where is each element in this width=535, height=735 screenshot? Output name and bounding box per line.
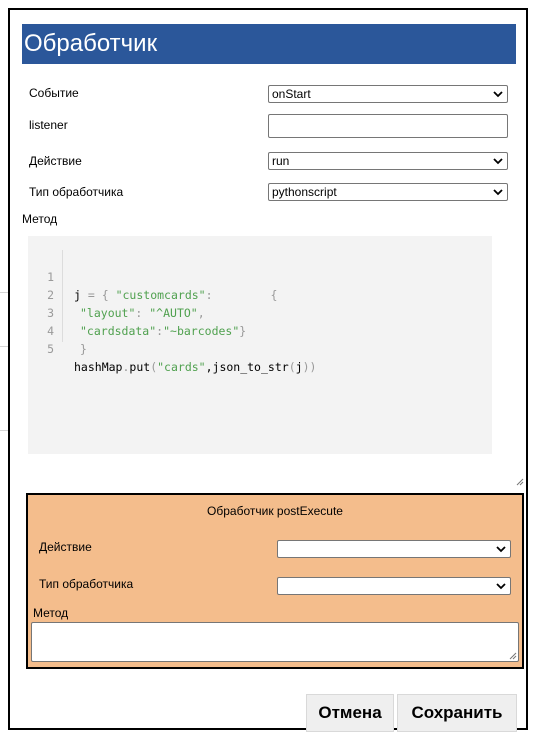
chevron-down-icon (496, 583, 506, 590)
code-line: 5 hashMap.put("cards",json_to_str(j)) (28, 322, 316, 374)
post-method-label: Метод (33, 606, 69, 620)
handler-type-label: Тип обработчика (29, 185, 124, 199)
event-select-value: onStart (272, 87, 311, 101)
resize-grip-icon[interactable] (514, 476, 524, 486)
chevron-down-icon (493, 158, 503, 165)
code-line: 3 "cardsdata":"~barcodes"} (28, 286, 246, 338)
chevron-down-icon (493, 91, 503, 98)
line-number: 5 (47, 342, 54, 356)
code-text: "cardsdata":"~barcodes"} (80, 324, 247, 338)
save-button[interactable]: Сохранить (397, 694, 517, 732)
cancel-button[interactable]: Отмена (306, 694, 394, 732)
code-text: } (80, 342, 87, 356)
action-select[interactable]: run (268, 152, 508, 170)
code-text: j = { "customcards":{ (74, 288, 278, 302)
handler-dialog: Обработчик Событие onStart listener Дейс… (8, 8, 528, 732)
handler-type-select[interactable]: pythonscript (268, 183, 508, 201)
handler-type-select-value: pythonscript (272, 185, 337, 199)
listener-input[interactable] (268, 114, 508, 138)
code-text: hashMap.put("cards",json_to_str(j)) (74, 360, 317, 374)
chevron-down-icon (493, 189, 503, 196)
event-select[interactable]: onStart (268, 85, 508, 103)
code-line: 4 } (28, 304, 87, 356)
resize-grip-icon[interactable] (507, 650, 517, 660)
post-action-label: Действие (39, 540, 92, 554)
post-handler-type-label: Тип обработчика (39, 577, 134, 591)
action-select-value: run (272, 154, 290, 168)
post-method-textarea[interactable] (31, 622, 519, 662)
code-line: 2 "layout": "^AUTO", (28, 268, 205, 320)
chevron-down-icon (496, 546, 506, 553)
method-label: Метод (22, 212, 58, 226)
post-action-select[interactable] (277, 540, 511, 558)
post-handler-type-select[interactable] (277, 577, 511, 595)
event-label: Событие (29, 86, 79, 100)
code-line: 1 j = { "customcards":{ (28, 250, 277, 302)
dialog-title: Обработчик (22, 24, 516, 64)
code-text: "layout": "^AUTO", (80, 306, 205, 320)
listener-label: listener (29, 118, 68, 132)
action-label: Действие (29, 154, 82, 168)
code-editor[interactable]: 1 j = { "customcards":{ 2 "layout": "^AU… (28, 236, 492, 454)
post-execute-title: Обработчик postExecute (207, 504, 343, 518)
